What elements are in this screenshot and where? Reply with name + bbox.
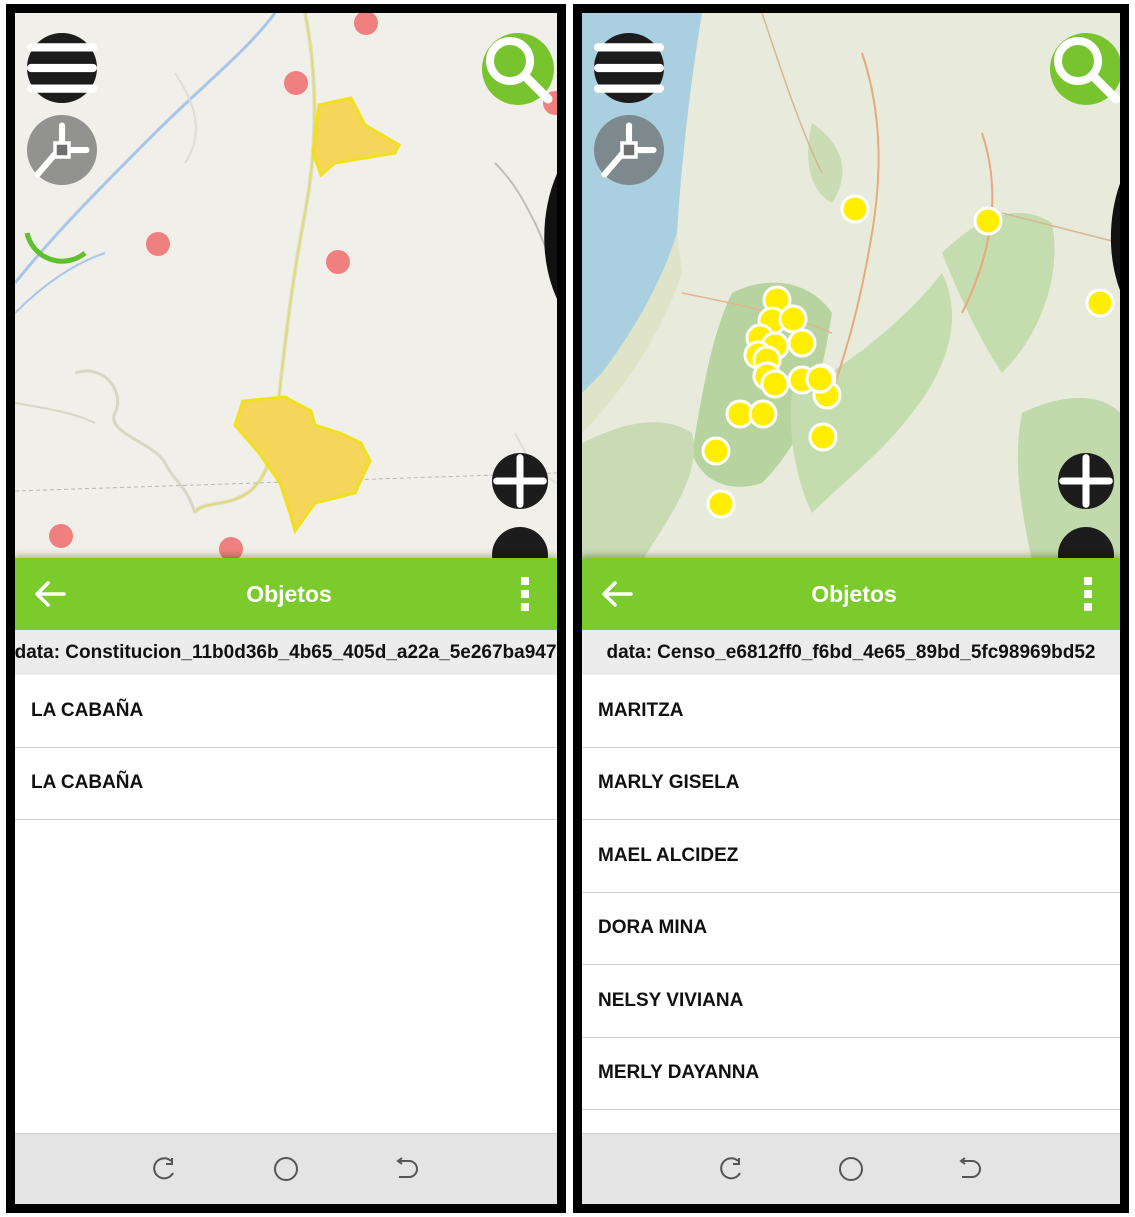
nav-back-button[interactable] <box>950 1149 990 1189</box>
recent-apps-button[interactable] <box>712 1149 752 1189</box>
phone-screen-right: Objetos data: Censo_e6812ff0_f6bd_4e65_8… <box>573 4 1129 1213</box>
nav-back-icon <box>959 1157 982 1178</box>
menu-button[interactable] <box>27 33 97 103</box>
system-nav-bar <box>15 1133 557 1204</box>
list-item[interactable]: MARITZA <box>582 675 1120 748</box>
arrow-back-icon <box>35 581 66 607</box>
system-nav-bar <box>582 1133 1120 1204</box>
data-source-text: data: Censo_e6812ff0_f6bd_4e65_89bd_5fc9… <box>606 642 1096 663</box>
menu-icon <box>594 43 664 93</box>
list-item[interactable]: LA CABAÑA <box>15 675 557 748</box>
recent-apps-icon <box>153 1157 175 1180</box>
data-source-text: data: Constitucion_11b0d36b_4b65_405d_a2… <box>15 642 557 663</box>
data-source-label: data: Constitucion_11b0d36b_4b65_405d_a2… <box>15 630 557 675</box>
add-button[interactable] <box>492 453 548 509</box>
phone-screen-left: Objetos data: Constitucion_11b0d36b_4b65… <box>6 4 566 1213</box>
list-item[interactable]: MARLY GISELA <box>582 748 1120 820</box>
map-view[interactable] <box>582 13 1120 561</box>
list-item[interactable]: LA CABAÑA <box>15 748 557 820</box>
home-icon <box>838 1157 863 1181</box>
data-source-label: data: Censo_e6812ff0_f6bd_4e65_89bd_5fc9… <box>582 630 1120 675</box>
more-vert-icon <box>521 577 529 611</box>
back-button[interactable] <box>15 558 85 630</box>
more-options-button[interactable] <box>1056 558 1120 630</box>
object-list: LA CABAÑA LA CABAÑA <box>15 675 557 1141</box>
nav-back-button[interactable] <box>387 1149 427 1189</box>
app-bar: Objetos <box>582 558 1120 630</box>
map-view[interactable] <box>15 13 557 561</box>
nav-back-icon <box>395 1157 418 1178</box>
plus-icon <box>493 454 547 508</box>
recent-apps-button[interactable] <box>145 1149 185 1189</box>
app-bar-title: Objetos <box>811 580 897 607</box>
route-button[interactable] <box>594 115 664 185</box>
route-button[interactable] <box>27 115 97 185</box>
list-item[interactable]: MERLY DAYANNA <box>582 1038 1120 1110</box>
object-list: MARITZA MARLY GISELA MAEL ALCIDEZ DORA M… <box>582 675 1120 1141</box>
list-item[interactable]: NELSY VIVIANA <box>582 965 1120 1038</box>
app-bar: Objetos <box>15 558 557 630</box>
menu-button[interactable] <box>594 33 664 103</box>
more-options-button[interactable] <box>493 558 557 630</box>
arrow-back-icon <box>602 581 633 607</box>
add-button[interactable] <box>1058 453 1114 509</box>
plus-icon <box>1059 454 1113 508</box>
recent-apps-icon <box>719 1157 741 1180</box>
list-item[interactable]: DORA MINA <box>582 893 1120 965</box>
home-icon <box>273 1157 298 1181</box>
back-button[interactable] <box>582 558 652 630</box>
menu-icon <box>27 43 97 93</box>
more-vert-icon <box>1084 577 1092 611</box>
route-icon <box>601 122 657 178</box>
route-icon <box>34 122 90 178</box>
home-button[interactable] <box>831 1149 871 1189</box>
home-button[interactable] <box>266 1149 306 1189</box>
list-item[interactable]: MAEL ALCIDEZ <box>582 820 1120 893</box>
app-bar-title: Objetos <box>246 580 332 607</box>
